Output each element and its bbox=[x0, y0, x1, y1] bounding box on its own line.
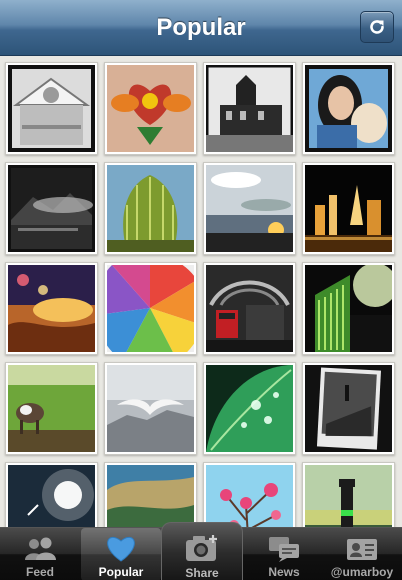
heart-icon bbox=[107, 536, 135, 562]
photo-thumbnail[interactable] bbox=[302, 462, 395, 527]
photo-grid bbox=[0, 57, 402, 527]
photo-thumbnail[interactable] bbox=[5, 262, 98, 355]
photo-thumbnail[interactable] bbox=[203, 262, 296, 355]
tab-feed[interactable]: Feed bbox=[0, 528, 80, 580]
tab-news-label: News bbox=[268, 565, 300, 579]
photo-thumbnail[interactable] bbox=[104, 362, 197, 455]
refresh-icon bbox=[370, 20, 384, 34]
photo-thumbnail[interactable] bbox=[104, 462, 197, 527]
photo-thumbnail[interactable] bbox=[302, 362, 395, 455]
photo-thumbnail[interactable] bbox=[302, 262, 395, 355]
photo-thumbnail[interactable] bbox=[203, 462, 296, 527]
refresh-button[interactable] bbox=[360, 11, 394, 43]
photo-thumbnail[interactable] bbox=[302, 162, 395, 255]
tab-news[interactable]: News bbox=[244, 528, 324, 580]
profile-card-icon bbox=[347, 539, 377, 560]
tab-profile-label: @umarboy bbox=[330, 565, 394, 579]
tab-profile[interactable]: @umarboy bbox=[322, 528, 402, 580]
photo-thumbnail[interactable] bbox=[203, 362, 296, 455]
photo-thumbnail[interactable] bbox=[203, 62, 296, 155]
tab-popular-label: Popular bbox=[98, 565, 144, 579]
tab-share-label: Share bbox=[185, 566, 219, 580]
photo-thumbnail[interactable] bbox=[302, 62, 395, 155]
page-title: Popular bbox=[156, 13, 246, 41]
nav-bar: Popular bbox=[0, 0, 402, 56]
tab-feed-label: Feed bbox=[25, 565, 54, 579]
tab-bar: Feed Popular Share News @umarboy bbox=[0, 522, 402, 580]
photo-thumbnail[interactable] bbox=[5, 162, 98, 255]
tab-popular[interactable]: Popular bbox=[81, 528, 161, 580]
people-icon bbox=[25, 537, 56, 560]
photo-thumbnail[interactable] bbox=[5, 362, 98, 455]
photo-thumbnail[interactable] bbox=[104, 62, 197, 155]
camera-icon bbox=[186, 535, 217, 561]
photo-thumbnail[interactable] bbox=[5, 62, 98, 155]
photo-thumbnail[interactable] bbox=[104, 262, 197, 355]
photo-thumbnail[interactable] bbox=[203, 162, 296, 255]
tab-share[interactable]: Share bbox=[161, 522, 243, 580]
speech-bubbles-icon bbox=[269, 537, 299, 562]
photo-thumbnail[interactable] bbox=[104, 162, 197, 255]
photo-thumbnail[interactable] bbox=[5, 462, 98, 527]
